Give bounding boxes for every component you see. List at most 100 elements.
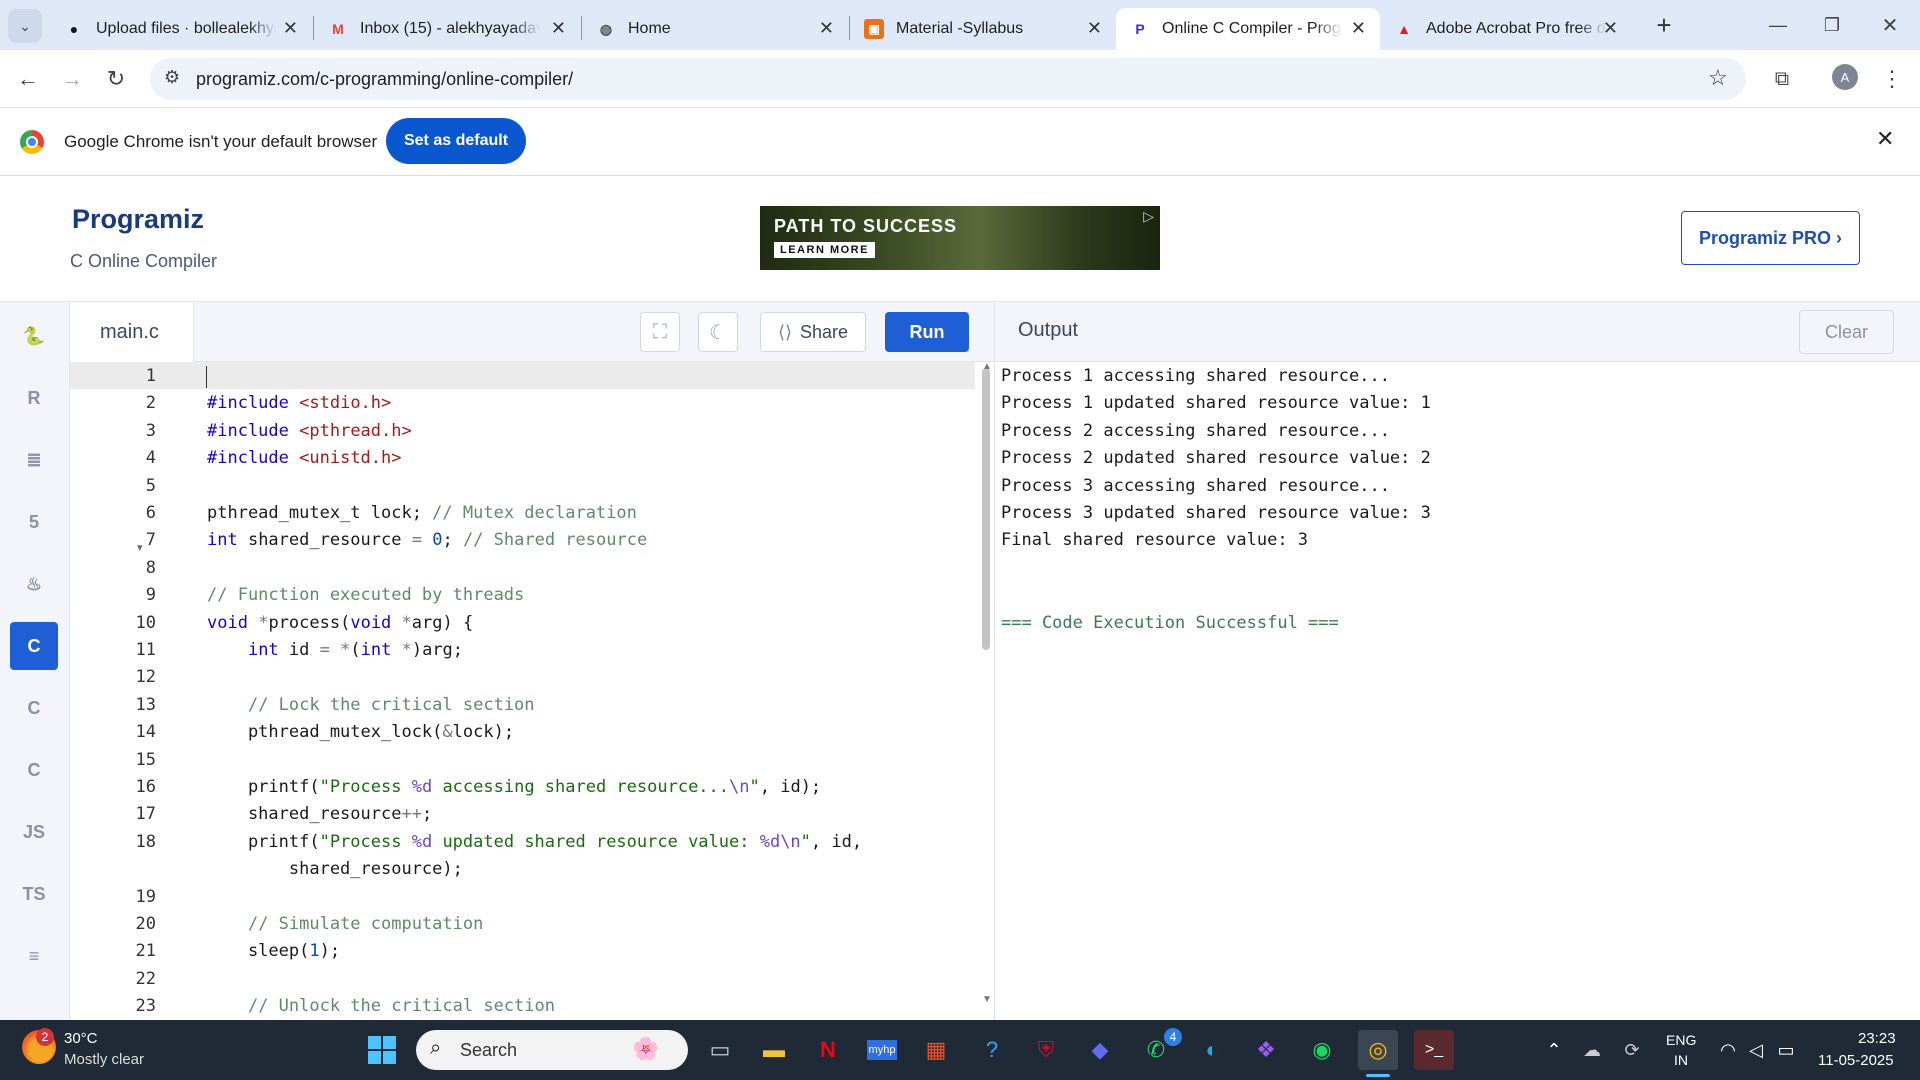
battery-icon[interactable]: ▭ xyxy=(1766,1030,1806,1070)
copilot-app-icon[interactable]: ◆ xyxy=(1080,1030,1120,1070)
code-editor[interactable]: ▾ 1 2 #include <stdio.h> 3 #include <pthread… xyxy=(70,362,994,1020)
code-line[interactable]: // Lock the critical section xyxy=(207,695,535,715)
tab-home[interactable]: ◍ Home ✕ xyxy=(582,8,848,50)
netflix-icon[interactable]: N xyxy=(808,1030,848,1070)
fullscreen-icon[interactable]: ⛶ xyxy=(640,312,680,352)
minimize-button[interactable]: — xyxy=(1762,9,1794,41)
spotify-icon[interactable]: ◉ xyxy=(1302,1030,1342,1070)
tab-close-icon[interactable]: ✕ xyxy=(1351,18,1366,39)
ts-icon[interactable]: TS xyxy=(10,870,58,918)
scroll-up-icon[interactable]: ▲ xyxy=(982,361,992,372)
weather-desc[interactable]: Mostly clear xyxy=(64,1051,144,1068)
line-number: 19 xyxy=(135,886,156,907)
file-tab[interactable]: main.c xyxy=(70,302,194,362)
copilot-icon[interactable]: ❖ xyxy=(1246,1030,1286,1070)
cpp-icon[interactable]: C xyxy=(10,684,58,732)
ad-title: PATH TO SUCCESS xyxy=(774,216,958,236)
share-button[interactable]: ⟨⟩ Share xyxy=(760,312,866,352)
code-line[interactable]: #include <stdio.h> xyxy=(207,393,391,413)
code-line[interactable]: #include <unistd.h> xyxy=(207,448,402,468)
stack-icon[interactable]: ≡ xyxy=(10,932,58,980)
reload-button[interactable]: ↻ xyxy=(100,63,132,95)
profile-avatar[interactable]: A xyxy=(1832,64,1858,90)
chrome-menu-icon[interactable]: ⋮ xyxy=(1876,63,1908,95)
code-line[interactable]: shared_resource); xyxy=(207,859,463,879)
address-bar[interactable]: ⚙ programiz.com/c-programming/online-com… xyxy=(150,58,1746,100)
code-line[interactable]: shared_resource++; xyxy=(207,804,432,824)
code-line[interactable]: // Unlock the critical section xyxy=(207,996,555,1016)
language-region[interactable]: IN xyxy=(1674,1052,1688,1068)
tab-acrobat[interactable]: ▲ Adobe Acrobat Pro free do ✕ xyxy=(1380,8,1632,50)
clear-button[interactable]: Clear xyxy=(1799,310,1894,354)
forward-button[interactable]: → xyxy=(56,63,88,95)
window-close-button[interactable]: ✕ xyxy=(1874,9,1906,41)
windows-start-icon[interactable] xyxy=(362,1030,402,1070)
tab-gmail[interactable]: M Inbox (15) - alekhyayadav1 ✕ xyxy=(314,8,580,50)
microsoft-store-icon[interactable]: ▦ xyxy=(916,1030,956,1070)
bookmark-star-icon[interactable]: ☆ xyxy=(1708,65,1728,91)
code-line[interactable]: void *process(void *arg) { xyxy=(207,613,473,633)
editor-scrollbar[interactable] xyxy=(982,368,990,650)
new-tab-button[interactable]: + xyxy=(1648,9,1680,41)
tab-close-icon[interactable]: ✕ xyxy=(819,18,834,39)
weather-temp[interactable]: 30°C xyxy=(64,1030,98,1047)
back-button[interactable]: ← xyxy=(12,63,44,95)
java-icon[interactable]: ♨ xyxy=(10,560,58,608)
scroll-down-icon[interactable]: ▼ xyxy=(982,994,992,1005)
task-view-icon[interactable]: ▭ xyxy=(700,1030,740,1070)
code-line[interactable]: int shared_resource = 0; // Shared resou… xyxy=(207,530,647,550)
taskbar-search[interactable]: ⌕ Search 🌸 xyxy=(416,1030,688,1070)
myhp-icon[interactable]: myhp xyxy=(866,1040,898,1060)
clock-time[interactable]: 23:23 xyxy=(1858,1030,1896,1047)
code-line[interactable]: pthread_mutex_lock(&lock); xyxy=(207,722,514,742)
tab-search-button[interactable]: ⌄ xyxy=(8,9,42,43)
help-icon[interactable]: ? xyxy=(972,1030,1012,1070)
infobar-close-icon[interactable]: ✕ xyxy=(1876,126,1894,152)
code-line[interactable]: #include <pthread.h> xyxy=(207,421,412,441)
output-title: Output xyxy=(1018,319,1079,341)
csharp-icon[interactable]: C xyxy=(10,746,58,794)
extensions-icon[interactable]: ⧉ xyxy=(1766,63,1798,95)
code-line[interactable]: int id = *(int *)arg; xyxy=(207,640,463,660)
tab-close-icon[interactable]: ✕ xyxy=(1603,18,1618,39)
file-explorer-icon[interactable]: ▬ xyxy=(754,1030,794,1070)
output-line: Process 2 accessing shared resource... xyxy=(1001,420,1390,441)
ad-learn-more[interactable]: LEARN MORE xyxy=(774,242,875,258)
ad-choices-icon[interactable]: ▷ xyxy=(1143,208,1154,225)
r-icon[interactable]: R xyxy=(10,374,58,422)
code-line[interactable]: sleep(1); xyxy=(207,941,340,961)
edge-icon[interactable]: ◐ xyxy=(1192,1030,1232,1070)
advertisement-banner[interactable]: PATH TO SUCCESS LEARN MORE ▷ xyxy=(760,206,1160,270)
tab-programiz[interactable]: P Online C Compiler - Programiz ✕ xyxy=(1116,8,1380,50)
tab-github[interactable]: ● Upload files · bollealekhya/ ✕ xyxy=(50,8,312,50)
c-icon[interactable]: C xyxy=(10,622,58,670)
tab-close-icon[interactable]: ✕ xyxy=(551,18,566,39)
set-as-default-button[interactable]: Set as default xyxy=(386,118,526,164)
run-button[interactable]: Run xyxy=(885,312,969,352)
code-line[interactable]: // Simulate computation xyxy=(207,914,483,934)
programiz-pro-button[interactable]: Programiz PRO › xyxy=(1681,211,1860,265)
language-indicator[interactable]: ENG xyxy=(1666,1032,1696,1048)
database-icon[interactable]: ≣ xyxy=(10,436,58,484)
onedrive-icon[interactable]: ☁ xyxy=(1572,1030,1612,1070)
html-icon[interactable]: 5 xyxy=(10,498,58,546)
code-line[interactable]: printf("Process %d updated shared resour… xyxy=(207,832,862,852)
mcafee-icon[interactable]: ⛨ xyxy=(1026,1030,1066,1070)
terminal-icon[interactable]: >_ xyxy=(1414,1030,1454,1070)
clock-date[interactable]: 11-05-2025 xyxy=(1818,1052,1894,1069)
site-info-icon[interactable]: ⚙ xyxy=(164,67,180,88)
dark-mode-icon[interactable]: ☾ xyxy=(698,312,738,352)
sync-icon[interactable]: ⟳ xyxy=(1612,1030,1652,1070)
restore-button[interactable]: ❐ xyxy=(1816,9,1848,41)
tab-material[interactable]: ▣ Material -Syllabus ✕ xyxy=(850,8,1116,50)
code-line[interactable]: // Function executed by threads xyxy=(207,585,524,605)
code-line[interactable]: pthread_mutex_t lock; // Mutex declarati… xyxy=(207,503,637,523)
tab-close-icon[interactable]: ✕ xyxy=(1087,18,1102,39)
tab-close-icon[interactable]: ✕ xyxy=(283,18,298,39)
js-icon[interactable]: JS xyxy=(10,808,58,856)
chrome-taskbar-icon[interactable]: ◎ xyxy=(1358,1030,1398,1070)
python-icon[interactable]: 🐍 xyxy=(10,312,58,360)
code-line[interactable]: printf("Process %d accessing shared reso… xyxy=(207,777,821,797)
show-hidden-icons[interactable]: ⌃ xyxy=(1534,1030,1574,1070)
programiz-logo[interactable]: Programiz xyxy=(72,204,204,235)
